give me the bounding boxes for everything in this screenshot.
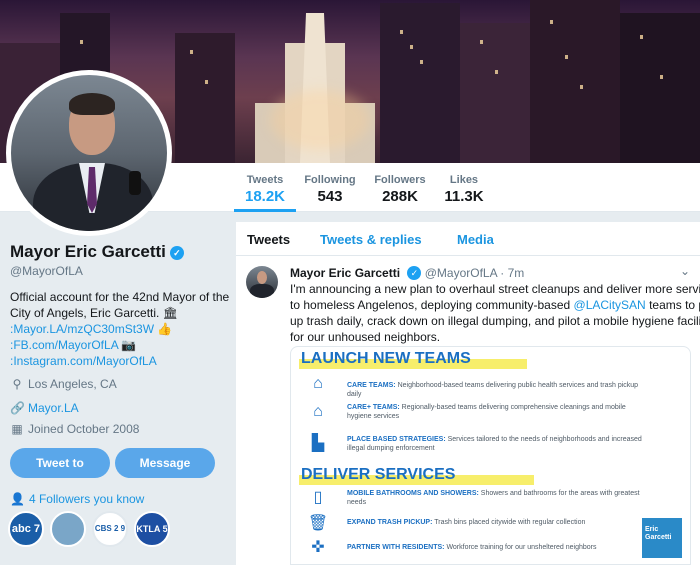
handshake-icon: ✜ — [311, 539, 325, 556]
place-strategies-icon: ▙ — [311, 435, 325, 452]
bathroom-icon: ▯ — [313, 489, 323, 506]
profile-name-row: Mayor Eric Garcetti ✓ — [10, 242, 184, 262]
follower-avatar-abc7-label: abc 7 — [11, 523, 41, 535]
follower-avatar-tower-label: antenna — [56, 526, 80, 532]
card-item: EXPAND TRASH PICKUP: Trash bins placed c… — [347, 518, 647, 527]
timeline-tabs: Tweets Tweets & replies Media — [236, 222, 700, 256]
nav-following[interactable]: Following 543 — [300, 163, 360, 212]
bio-line-4: :FB.com/MayorOfLA 📷 — [10, 337, 228, 353]
tweet-text-line-4: for our unhoused neighbors. — [290, 330, 441, 344]
verified-badge-icon: ✓ — [407, 266, 422, 280]
follower-avatar-ktla-label: KTLA 5 — [136, 524, 168, 534]
card-item: MOBILE BATHROOMS AND SHOWERS: Showers an… — [347, 489, 647, 507]
card-item-title: CARE+ TEAMS: — [347, 404, 400, 411]
card-item-title: CARE TEAMS: — [347, 382, 396, 389]
nav-likes-count: 11.3K — [444, 188, 484, 205]
nav-followers-count: 288K — [382, 188, 418, 205]
card-item-title: PARTNER WITH RESIDENTS: — [347, 544, 445, 551]
follower-avatar-tower[interactable]: antenna — [50, 511, 86, 547]
tab-tweets-replies[interactable]: Tweets & replies — [320, 232, 422, 247]
bio-link-instagram[interactable]: :Instagram.com/MayorOfLA — [10, 353, 228, 369]
tweet-text: I'm announcing a new plan to overhaul st… — [290, 281, 700, 345]
nav-tweets[interactable]: Tweets 18.2K — [234, 163, 296, 212]
tab-media[interactable]: Media — [457, 232, 494, 247]
tweet-to-button[interactable]: Tweet to — [10, 448, 110, 478]
tweet-media-image[interactable]: LAUNCH NEW TEAMS ⌂ CARE TEAMS: Neighborh… — [290, 346, 691, 565]
nav-following-count: 543 — [317, 188, 343, 205]
profile-location-row: ⚲ Los Angeles, CA — [10, 377, 117, 391]
profile-handle[interactable]: @MayorOfLA — [10, 264, 83, 278]
tweet-text-line-2: to homeless Angelenos, deploying communi… — [290, 297, 700, 313]
tweet-header: Mayor Eric Garcetti ✓ @MayorOfLA · 7m — [290, 266, 524, 280]
verified-badge-icon: ✓ — [169, 246, 184, 260]
profile-bio: Official account for the 42nd Mayor of t… — [10, 289, 230, 369]
care-plus-teams-icon: ⌂ — [313, 403, 323, 420]
card-item: PARTNER WITH RESIDENTS: Workforce traini… — [347, 543, 647, 552]
card-item-title: PLACE BASED STRATEGIES: — [347, 436, 446, 443]
card-item: CARE TEAMS: Neighborhood-based teams del… — [347, 381, 647, 399]
profile-page: Tweets 18.2K Following 543 Followers 288… — [0, 0, 700, 565]
bio-line-1: Official account for the 42nd Mayor of t… — [10, 290, 230, 304]
calendar-icon: ▦ — [11, 422, 23, 436]
tweet-author-handle[interactable]: @MayorOfLA — [425, 266, 497, 280]
profile-joined: Joined October 2008 — [28, 422, 140, 436]
card-item: PLACE BASED STRATEGIES: Services tailore… — [347, 435, 647, 453]
tweet-text-line-3: up trash daily, crack down on illegal du… — [290, 314, 700, 328]
tweet-mention[interactable]: @LACitySAN — [574, 298, 646, 312]
tweet-text-line-2b: teams to pick — [649, 298, 700, 312]
camera-emoji-icon: 📷 — [121, 338, 137, 352]
tab-tweets[interactable]: Tweets — [247, 232, 290, 247]
city-hall-emoji-icon: 🏛 — [162, 306, 178, 320]
profile-location: Los Angeles, CA — [28, 377, 117, 391]
tweet-text-line-2a: to homeless Angelenos, deploying communi… — [290, 298, 571, 312]
followers-you-know-row: 👤 4 Followers you know — [10, 492, 144, 506]
follower-avatar-cbs[interactable]: CBS 2 9 — [92, 511, 128, 547]
follower-avatar-cbs-label: CBS 2 9 — [94, 524, 126, 533]
nav-tweets-count: 18.2K — [244, 188, 286, 205]
profile-website[interactable]: Mayor.LA — [28, 401, 79, 415]
profile-joined-row: ▦ Joined October 2008 — [10, 422, 139, 436]
logo-line-1: Eric — [645, 526, 659, 533]
bio-line-2: City of Angels, Eric Garcetti. 🏛 — [10, 305, 228, 321]
care-teams-icon: ⌂ — [313, 375, 323, 392]
follower-avatar-abc7[interactable]: abc 7 — [8, 511, 44, 547]
tweet[interactable]: Mayor Eric Garcetti ✓ @MayorOfLA · 7m ⌄ … — [236, 256, 700, 565]
thumbs-up-emoji-icon: 👍 — [157, 322, 173, 336]
nav-followers[interactable]: Followers 288K — [370, 163, 430, 212]
nav-followers-label: Followers — [374, 174, 426, 186]
garcetti-logo: Eric Garcetti — [642, 518, 682, 558]
followers-you-know-link[interactable]: 4 Followers you know — [29, 492, 144, 506]
trash-icon: 🗑 — [307, 515, 329, 532]
logo-line-2: Garcetti — [645, 534, 672, 541]
card-item-title: MOBILE BATHROOMS AND SHOWERS: — [347, 490, 479, 497]
follower-avatar-ktla[interactable]: KTLA 5 — [134, 511, 170, 547]
tweet-avatar[interactable] — [246, 266, 278, 298]
card-heading-launch: LAUNCH NEW TEAMS — [301, 350, 471, 367]
bio-line-3: :Mayor.LA/mzQC30mSt3W 👍 — [10, 321, 228, 337]
profile-sidebar: Mayor Eric Garcetti ✓ @MayorOfLA Official… — [0, 212, 232, 565]
profile-name[interactable]: Mayor Eric Garcetti — [10, 242, 166, 261]
location-pin-icon: ⚲ — [12, 377, 22, 391]
chevron-down-icon[interactable]: ⌄ — [680, 264, 690, 278]
tweet-timestamp[interactable]: · 7m — [500, 266, 524, 280]
nav-likes[interactable]: Likes 11.3K — [436, 163, 492, 212]
nav-likes-label: Likes — [449, 174, 479, 186]
nav-tweets-label: Tweets — [246, 174, 284, 186]
card-heading-deliver: DELIVER SERVICES — [301, 466, 456, 483]
nav-following-label: Following — [304, 174, 356, 186]
card-item-title: EXPAND TRASH PICKUP: — [347, 519, 433, 526]
card-item-desc: Trash bins placed citywide with regular … — [434, 519, 586, 526]
message-button[interactable]: Message — [115, 448, 215, 478]
timeline: Tweets Tweets & replies Media Mayor Eric… — [236, 222, 700, 565]
person-icon: 👤 — [10, 492, 25, 506]
bio-link-mayor[interactable]: :Mayor.LA/mzQC30mSt3W — [10, 322, 154, 336]
card-item-desc: Workforce training for our unsheltered n… — [446, 544, 597, 551]
bio-link-facebook[interactable]: :FB.com/MayorOfLA — [10, 338, 118, 352]
tweet-text-line-1: I'm announcing a new plan to overhaul st… — [290, 282, 700, 296]
profile-website-row: 🔗 Mayor.LA — [10, 401, 79, 415]
link-icon: 🔗 — [10, 401, 25, 415]
bio-line-2-text: City of Angels, Eric Garcetti. — [10, 306, 160, 320]
tweet-author-name[interactable]: Mayor Eric Garcetti — [290, 266, 400, 280]
card-item: CARE+ TEAMS: Regionally-based teams deli… — [347, 403, 647, 421]
